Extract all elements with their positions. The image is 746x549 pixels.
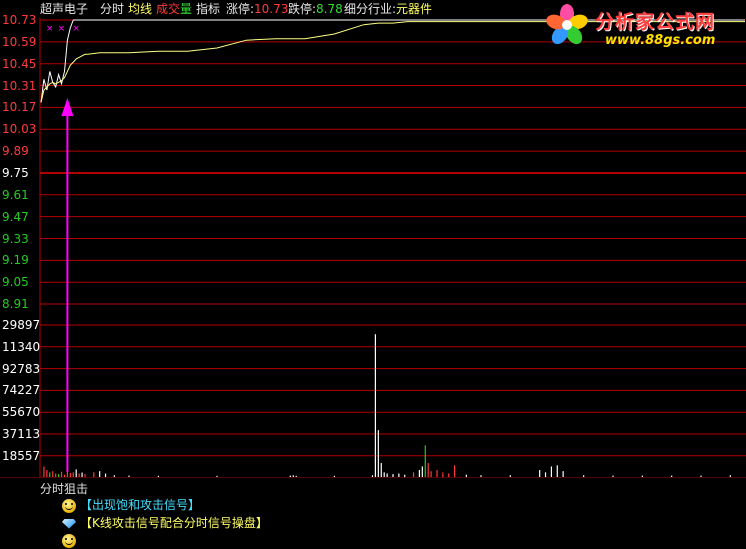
price-tick-label: 9.05 (2, 275, 29, 290)
price-tick-label: 9.75 (2, 165, 29, 180)
diamond-icon (62, 518, 76, 529)
signal-row-1: 【出现饱和攻击信号】 (62, 498, 200, 513)
price-tick-label: 10.45 (2, 56, 37, 71)
axis-labels: 10.73 10.59 10.45 10.31 10.17 10.03 9.89 9.75 9.… (0, 0, 40, 478)
logo-url: www.88gs.com (605, 33, 716, 48)
price-tick-label: 10.73 (2, 13, 37, 27)
logo-name: 分析家公式网 (595, 11, 716, 33)
smiley-icon (62, 498, 76, 513)
price-tick-label: 10.31 (2, 78, 37, 93)
price-tick-label: 8.91 (2, 297, 29, 312)
signal-marker-icon: × (72, 24, 80, 34)
volume-tick-label: 18557 (2, 448, 41, 463)
volume-tick-label: 29897 (2, 318, 41, 332)
price-tick-label: 9.47 (2, 209, 29, 224)
volume-tick-label: 92783 (2, 361, 41, 376)
volume-tick-label: 11340 (2, 339, 41, 354)
volume-tick-label: 55670 (2, 405, 41, 420)
smiley-icon-2 (62, 533, 76, 548)
price-tick-label: 10.03 (2, 122, 37, 137)
signal-row-2: 【K线攻击信号配合分时信号操盘】 (62, 516, 268, 530)
signal-text-2: 【K线攻击信号配合分时信号操盘】 (80, 516, 268, 530)
price-tick-label: 10.59 (2, 34, 37, 49)
site-logo: 分析家公式网 www.88gs.com (545, 3, 745, 51)
flower-logo-icon (546, 4, 588, 45)
signal-text-1: 【出现饱和攻击信号】 (80, 498, 201, 512)
panel-title: 分时狙击 (40, 482, 89, 496)
price-tick-label: 9.19 (2, 253, 29, 268)
price-tick-label: 9.33 (2, 231, 29, 246)
signal-marker-icon: × (46, 24, 54, 34)
signal-row-3 (62, 533, 80, 548)
price-tick-label: 9.61 (2, 187, 29, 202)
volume-tick-label: 37113 (2, 427, 41, 441)
timeshare-chart: × × × (0, 18, 746, 478)
volume-tick-label: 74227 (2, 383, 41, 398)
price-tick-label: 9.89 (2, 144, 29, 159)
signal-marker-icon: × (58, 24, 66, 34)
price-tick-label: 10.17 (2, 100, 37, 115)
